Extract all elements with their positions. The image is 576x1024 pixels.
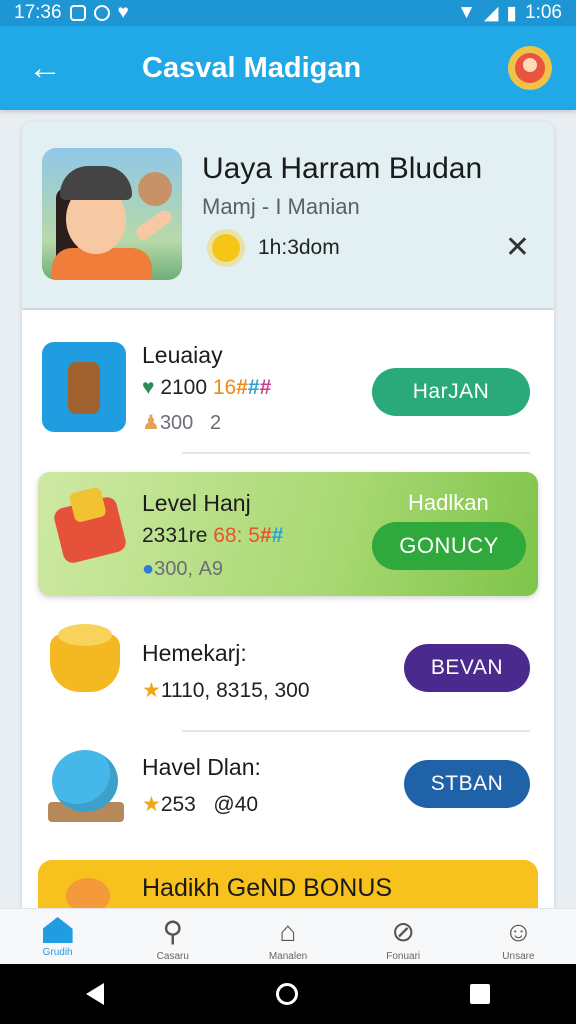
building-icon: ⌂: [279, 916, 297, 947]
profile-subtitle: Mamj - I Manian: [202, 194, 360, 219]
row-action-button[interactable]: GONUCY: [372, 522, 526, 570]
waving-arm: [133, 207, 175, 243]
row-stats: ♥ 2100 16###: [142, 376, 272, 399]
nav-item-shield[interactable]: ⊘ Fonuari: [346, 909, 461, 965]
app-bar: ← Casval Madigan: [0, 26, 576, 110]
divider: [182, 452, 530, 454]
search-icon: ⚲: [162, 916, 184, 947]
row-stats: ★1110, 8315, 300: [142, 679, 310, 702]
wifi-icon: ▼: [457, 2, 476, 23]
system-home-icon[interactable]: [276, 983, 298, 1005]
nav-item-search[interactable]: ⚲ Casaru: [115, 909, 230, 965]
nav-label: Fonuari: [386, 951, 421, 962]
hammer-icon: [52, 495, 128, 565]
status-clock: 1:06: [525, 2, 562, 23]
nav-label: Manalen: [268, 951, 308, 962]
row-stats: ★253 @40: [142, 793, 259, 816]
notification-icon: [69, 5, 86, 21]
friend-figure: [138, 172, 172, 206]
nav-label: Casaru: [156, 951, 189, 962]
crystal-orb-icon: [52, 750, 118, 812]
row-title: Level Hanj: [142, 490, 251, 516]
shield-icon: ⊘: [391, 916, 415, 947]
bottom-nav: Grudih ⚲ Casaru ⌂ Manalen ⊘ Fonuari ☺ Un…: [0, 908, 576, 965]
alarm-icon: [93, 5, 110, 21]
system-nav-bar: [0, 964, 576, 1024]
user-avatar-icon: [515, 53, 545, 83]
nav-item-home[interactable]: Grudih: [0, 909, 115, 965]
row-action-button[interactable]: HarJAN: [372, 368, 530, 416]
signal-icon: ◢: [483, 2, 499, 24]
back-button[interactable]: ←: [0, 26, 90, 110]
close-icon: ✕: [504, 231, 530, 264]
bonus-label: Hadikh GeND BONUS: [142, 874, 393, 902]
status-bar: 17:36 ♥ ▼ ◢ ▮ 1:06: [0, 0, 576, 26]
status-time: 17:36: [14, 2, 62, 23]
heart-icon: ♥: [117, 2, 129, 23]
system-back-icon[interactable]: [86, 983, 104, 1005]
row-stats: 2331re 68: 5##: [142, 524, 284, 547]
nav-item-building[interactable]: ⌂ Manalen: [230, 909, 345, 965]
profile-stat: 1h:3dom: [258, 236, 340, 259]
divider: [182, 730, 530, 732]
coin-pot-icon: [50, 624, 120, 692]
page-title: Casval Madigan: [142, 51, 362, 84]
nav-label: Unsare: [502, 951, 535, 962]
row-action-button[interactable]: STBAN: [404, 760, 530, 808]
home-icon: [42, 917, 73, 943]
nav-item-profile[interactable]: ☺ Unsare: [461, 909, 576, 965]
row-action-button[interactable]: BEVAN: [404, 644, 530, 692]
sun-icon: [212, 234, 240, 262]
system-recents-icon[interactable]: [470, 984, 490, 1004]
arrow-left-icon: ←: [28, 48, 62, 87]
row-title: Havel Dlan:: [142, 754, 261, 780]
row-title: Hemekarj:: [142, 640, 247, 666]
bear-app-icon: [42, 342, 126, 432]
battery-icon: ▮: [506, 2, 518, 24]
person-icon: ☺: [504, 916, 533, 947]
profile-header: Uaya Harram Bludan Mamj - I Manian 1h:3d…: [22, 122, 554, 310]
row-substats: ●300, A9: [142, 558, 224, 580]
profile-picture[interactable]: [42, 148, 182, 280]
profile-name: Uaya Harram Bludan: [202, 152, 483, 185]
banner-label: Hadlkan: [408, 490, 489, 515]
main-panel: Uaya Harram Bludan Mamj - I Manian 1h:3d…: [22, 122, 554, 922]
cap-shape: [60, 166, 132, 200]
nav-label: Grudih: [42, 947, 73, 958]
row-title: Leuaiay: [142, 342, 223, 368]
close-button[interactable]: ✕: [505, 230, 530, 266]
row-substats: ♟300 2: [142, 412, 222, 434]
avatar[interactable]: [508, 46, 552, 90]
featured-row[interactable]: Level Hanj 2331re 68: 5## ●300, A9 Hadlk…: [38, 472, 538, 596]
